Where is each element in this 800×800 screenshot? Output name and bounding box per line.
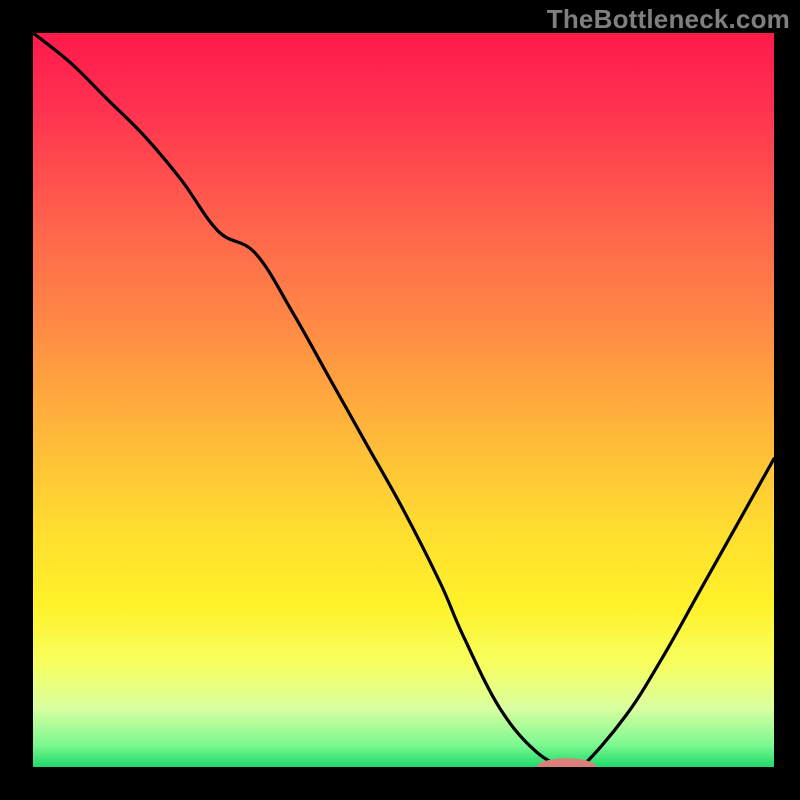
chart-frame: TheBottleneck.com [0,0,800,800]
bottleneck-chart [0,0,800,800]
watermark-text: TheBottleneck.com [547,4,790,35]
